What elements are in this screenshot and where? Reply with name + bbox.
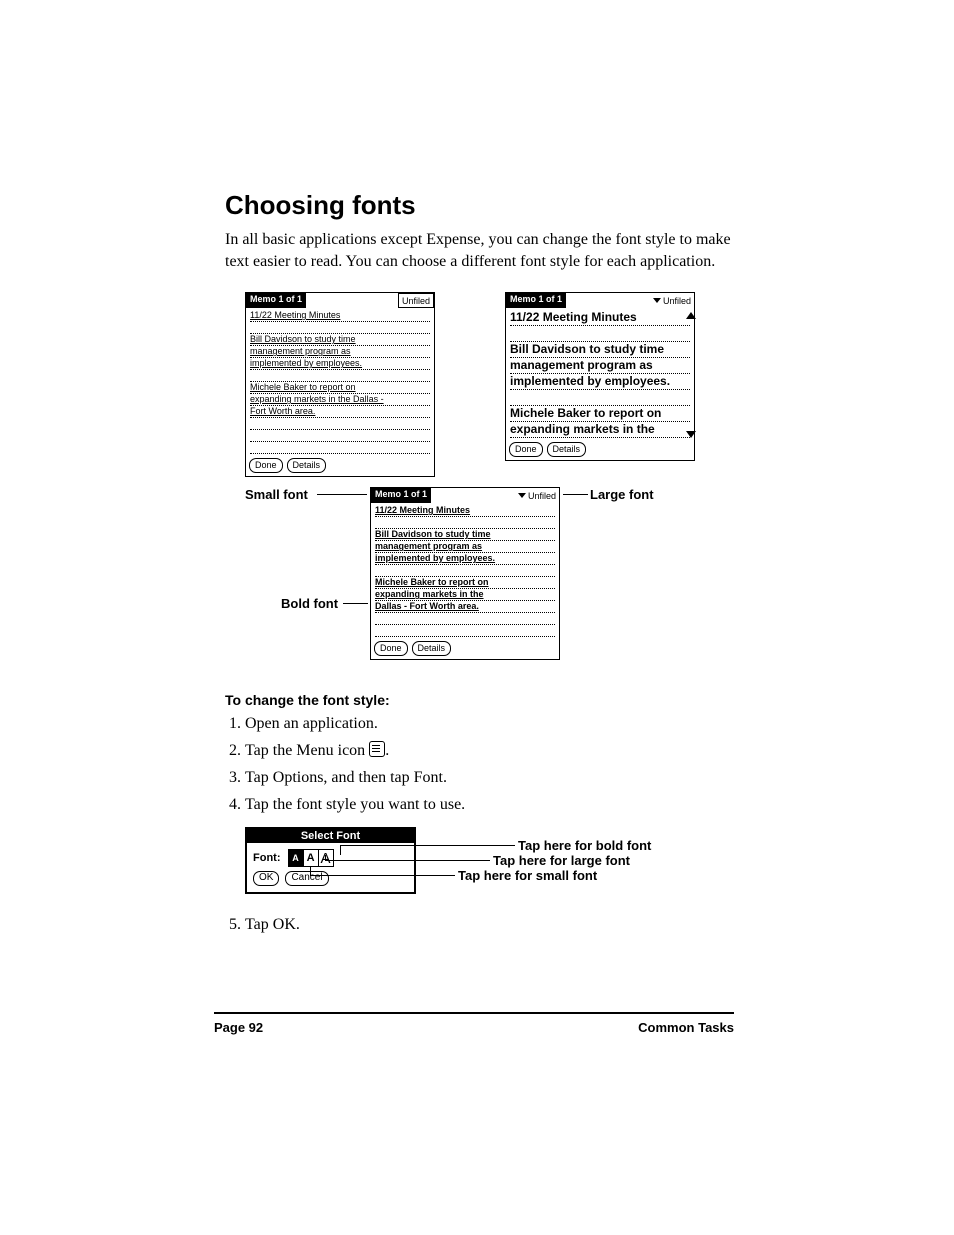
page-number: Page 92 [214,1020,263,1035]
chevron-down-icon [518,493,526,498]
callout-large-font: Large font [590,487,654,502]
memo-title-line: 11/22 Meeting Minutes [375,505,555,517]
callout-bold: Tap here for bold font [518,838,651,853]
memo-title-line: 11/22 Meeting Minutes [250,310,430,322]
step-4: Tap the font style you want to use. [245,795,734,816]
details-button[interactable]: Details [412,641,452,656]
font-option-small[interactable]: A [289,850,304,866]
intro-paragraph: In all basic applications except Expense… [225,229,734,272]
category-selector[interactable]: Unfiled [650,293,694,308]
memo-smallfont: Memo 1 of 1 Unfiled 11/22 Meeting Minute… [245,292,435,477]
dialog-figure: Select Font Font: A A A OK Cancel Tap he… [245,827,734,907]
callout-bold-font: Bold font [281,596,338,611]
callout-large: Tap here for large font [493,853,630,868]
font-option-large[interactable]: A [304,850,319,866]
page-footer: Page 92 Common Tasks [214,1012,734,1035]
page-title: Choosing fonts [225,190,734,221]
scroll-down-icon[interactable] [686,431,696,438]
category-selector[interactable]: Unfiled [515,488,559,503]
chevron-down-icon [653,298,661,303]
font-label: Font: [253,852,280,864]
screenshots-figure: Memo 1 of 1 Unfiled 11/22 Meeting Minute… [245,292,734,682]
step-5: Tap OK. [245,915,734,936]
steps-list: Open an application. Tap the Menu icon .… [225,714,734,815]
done-button[interactable]: Done [249,458,283,473]
done-button[interactable]: Done [374,641,408,656]
memo-counter: Memo 1 of 1 [246,293,306,308]
callout-small-font: Small font [245,487,308,502]
memo-counter: Memo 1 of 1 [371,488,431,503]
category-selector[interactable]: Unfiled [398,293,434,308]
step-2: Tap the Menu icon . [245,741,734,762]
step-1: Open an application. [245,714,734,735]
step-3: Tap Options, and then tap Font. [245,768,734,789]
memo-largefont: Memo 1 of 1 Unfiled 11/22 Meeting Minute… [505,292,695,461]
font-option-group: A A A [288,849,334,867]
done-button[interactable]: Done [509,442,543,457]
memo-counter: Memo 1 of 1 [506,293,566,308]
instruction-header: To change the font style: [225,692,734,708]
details-button[interactable]: Details [547,442,587,457]
menu-icon [369,741,385,757]
dialog-title: Select Font [247,829,414,843]
memo-boldfont: Memo 1 of 1 Unfiled 11/22 Meeting Minute… [370,487,560,660]
details-button[interactable]: Details [287,458,327,473]
ok-button[interactable]: OK [253,871,279,886]
memo-title-line: 11/22 Meeting Minutes [510,310,690,326]
section-name: Common Tasks [638,1020,734,1035]
scroll-up-icon[interactable] [686,312,696,319]
steps-list-cont: Tap OK. [225,915,734,936]
callout-small: Tap here for small font [458,868,597,883]
cancel-button[interactable]: Cancel [285,871,328,886]
